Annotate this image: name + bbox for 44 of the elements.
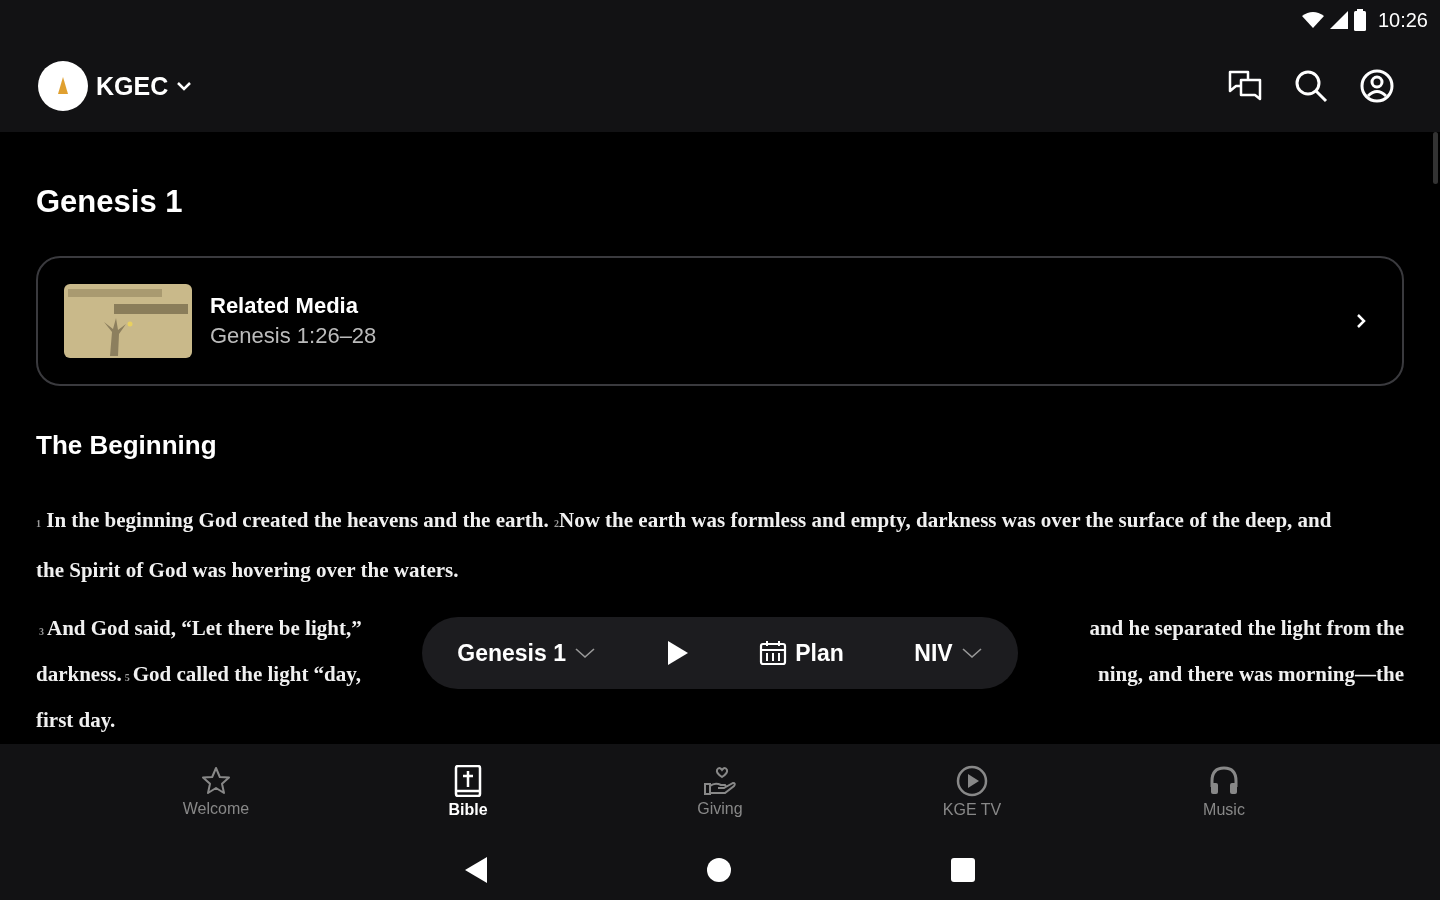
chapter-title: Genesis 1 (36, 184, 184, 220)
chevron-down-icon (960, 647, 983, 659)
bible-icon (453, 765, 483, 797)
play-icon[interactable] (666, 640, 689, 666)
chevron-down-icon (574, 647, 596, 659)
related-media-title: Related Media (210, 293, 359, 319)
profile-icon[interactable] (1360, 69, 1394, 103)
verse-text: and he separated the light from the (1089, 615, 1404, 642)
verse-number: 3 (39, 626, 44, 637)
verse-text: darkness. (36, 662, 122, 686)
chevron-down-icon (176, 81, 193, 91)
star-icon (201, 766, 231, 796)
back-icon[interactable] (464, 856, 488, 884)
verse-text: first day. (36, 708, 116, 732)
related-media-reference: Genesis 1:26–28 (210, 323, 378, 349)
verse-number: 5 (124, 672, 130, 683)
organization-switcher[interactable]: KGEC (38, 61, 193, 111)
giving-icon (703, 766, 737, 796)
version-selector[interactable]: NIV (914, 639, 983, 667)
wifi-icon (1301, 11, 1324, 29)
chevron-right-icon (1356, 313, 1366, 329)
headphones-icon (1208, 765, 1240, 797)
play-circle-icon (956, 765, 988, 797)
nav-tab[interactable]: Bible (398, 744, 538, 840)
logo-icon (38, 61, 88, 111)
status-time: 10:26 (1377, 8, 1428, 32)
related-media-card[interactable]: Related Media Genesis 1:26–28 (36, 256, 1404, 386)
calendar-icon (759, 640, 788, 666)
nav-tab[interactable]: Music (1154, 744, 1294, 840)
nav-tab[interactable]: Welcome (146, 744, 286, 840)
search-icon[interactable] (1294, 69, 1328, 103)
nav-tab[interactable]: KGE TV (902, 744, 1042, 840)
home-icon[interactable] (706, 857, 732, 883)
verse-text: God called the light “day, (132, 662, 361, 686)
signal-icon (1329, 11, 1348, 29)
nav-tab[interactable]: Giving (650, 744, 790, 840)
battery-icon (1353, 9, 1366, 31)
recents-icon[interactable] (950, 857, 976, 883)
section-heading: The Beginning (36, 430, 218, 461)
chapter-selector[interactable]: Genesis 1 (457, 639, 596, 667)
verse-text: And God said, “Let there be light,” (47, 616, 362, 640)
plan-button[interactable]: Plan (759, 639, 844, 667)
verse-text: ning, and there was morning—the (1098, 661, 1404, 688)
chat-icon[interactable] (1228, 70, 1262, 102)
